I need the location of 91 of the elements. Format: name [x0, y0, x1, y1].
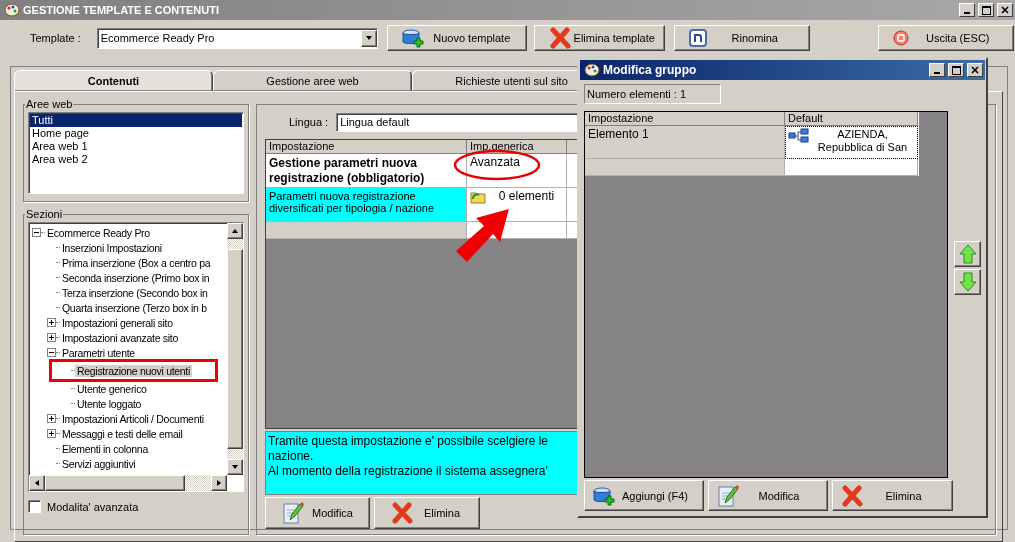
scroll-right-icon [215, 479, 223, 487]
lingua-label: Lingua : [289, 116, 329, 128]
expand-icon[interactable] [47, 414, 56, 423]
toolbar-button[interactable]: Uscita (ESC) [877, 25, 1014, 51]
expand-icon[interactable] [47, 429, 56, 438]
column-header[interactable]: Impostazione [585, 112, 785, 126]
group-title: Aree web [25, 98, 74, 110]
table-cell[interactable]: 0 elementi [467, 188, 567, 222]
column-header[interactable]: Default [785, 112, 918, 126]
tree-item[interactable]: Impostazioni Articoli / Documenti [60, 412, 206, 425]
tree-item[interactable]: Prima inserzione (Box a centro pa [60, 256, 213, 269]
document-pencil-icon [282, 501, 304, 525]
database-plus-icon [401, 28, 424, 48]
template-label: Template : [30, 32, 81, 44]
column-header[interactable]: Impostazione [266, 140, 467, 154]
expand-icon[interactable] [47, 318, 56, 327]
action-button[interactable]: Elimina [374, 497, 480, 529]
column-header[interactable]: Imp.generica [467, 140, 567, 154]
rename-icon [688, 29, 707, 47]
close-icon [1001, 6, 1009, 14]
maximize-button[interactable] [948, 63, 964, 77]
palette-icon [4, 3, 20, 17]
scroll-down-icon [231, 463, 239, 471]
checkbox-label: Modalita' avanzata [47, 500, 139, 513]
horizontal-scrollbar[interactable] [29, 475, 227, 491]
database-plus-icon [593, 485, 615, 506]
close-icon [971, 66, 979, 74]
tree-item[interactable]: Ecommerce Ready Pro [45, 226, 152, 239]
cross-icon [841, 484, 863, 507]
scroll-left-icon [33, 479, 41, 487]
list-item[interactable]: Area web 2 [30, 153, 242, 166]
table-cell: Elemento 1 [585, 126, 785, 159]
table-cell: Parametri nuova registrazione diversificati per tipologia / nazione [266, 188, 467, 222]
toolbar-button[interactable]: Nuovo template [386, 25, 527, 51]
dialog-button[interactable]: Modifica [708, 480, 828, 511]
tree-item[interactable]: Quarta inserzione (Terzo box in b [60, 301, 209, 314]
scroll-up-icon [231, 227, 239, 235]
action-button[interactable]: Modifica [265, 497, 370, 529]
up-arrow-icon [957, 244, 978, 264]
tab[interactable]: Contenuti [14, 70, 213, 91]
list-item[interactable]: Area web 1 [30, 140, 242, 153]
tree-item[interactable]: Servizi aggiuntivi [60, 457, 138, 470]
tab[interactable]: Gestione aree web [213, 70, 412, 91]
tree-item[interactable]: Utente loggato [75, 397, 144, 410]
collapse-icon[interactable] [47, 348, 56, 357]
checkbox[interactable] [28, 500, 41, 513]
vertical-scrollbar[interactable] [227, 223, 243, 475]
maximize-button[interactable] [978, 3, 994, 17]
tree-item[interactable]: Impostazioni avanzate sito [60, 331, 180, 344]
template-dropdown[interactable]: Ecommerce Ready Pro [96, 27, 378, 49]
table-cell[interactable]: AZIENDA, Repubblica di San [785, 126, 918, 159]
toolbar-button[interactable]: Rinomina [673, 25, 810, 51]
expand-icon[interactable] [47, 333, 56, 342]
table-cell[interactable]: Avanzata [467, 154, 567, 188]
tree-item[interactable]: Inserzioni Impostazioni [60, 241, 164, 254]
move-down-button[interactable] [954, 269, 981, 295]
window-title: GESTIONE TEMPLATE E CONTENUTI [23, 4, 220, 16]
dropdown-arrow-icon [364, 34, 373, 42]
minimize-button[interactable] [929, 63, 945, 77]
tree-item[interactable]: Terza inserzione (Secondo box in [60, 286, 210, 299]
maximize-icon [951, 65, 961, 75]
tree-item[interactable]: Parametri utente [60, 346, 137, 359]
maximize-icon [981, 5, 991, 15]
pointer-arrow [456, 209, 509, 262]
cross-icon [548, 27, 571, 49]
close-button[interactable] [967, 63, 983, 77]
tree-item[interactable]: Elementi in colonna [60, 442, 150, 455]
close-button[interactable] [997, 3, 1013, 17]
palette-icon [584, 63, 600, 77]
cross-icon [391, 502, 413, 524]
toolbar-button[interactable]: Elimina template [533, 25, 665, 51]
hierarchy-icon [788, 128, 810, 144]
tree-item[interactable]: Seconda inserzione (Primo box in [60, 271, 212, 284]
tree-item[interactable]: Registrazione nuovi utenti [75, 364, 193, 377]
table-cell: Gestione parametri nuova registrazione (obbligatorio) [266, 154, 467, 188]
tree-item[interactable]: Impostazioni generali sito [60, 316, 175, 329]
group-title: Sezioni [25, 208, 64, 220]
element-count: Numero elementi : 1 [584, 84, 721, 104]
down-arrow-icon [957, 272, 978, 292]
dialog-button[interactable]: Aggiungi (F4) [584, 480, 704, 511]
list-item[interactable]: Home page [30, 127, 242, 140]
folder-icon [470, 190, 486, 204]
list-item[interactable]: Tutti [30, 114, 242, 127]
exit-icon [892, 30, 909, 46]
collapse-icon[interactable] [32, 228, 41, 237]
document-pencil-icon [717, 483, 739, 508]
tree-item[interactable]: Utente generico [75, 382, 149, 395]
move-up-button[interactable] [954, 241, 981, 267]
minimize-button[interactable] [959, 3, 975, 17]
dialog-button[interactable]: Elimina [832, 480, 953, 511]
tree-item[interactable]: Messaggi e testi delle email [60, 427, 185, 440]
